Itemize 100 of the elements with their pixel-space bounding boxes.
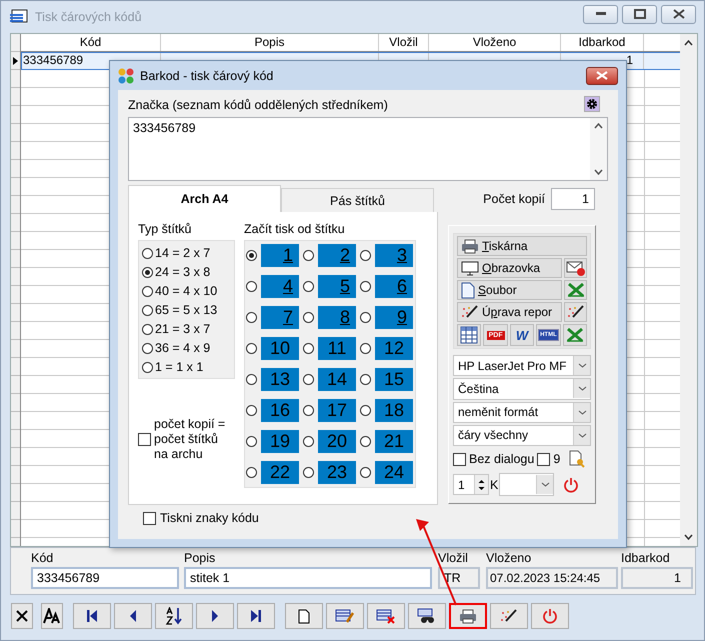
input-field[interactable]: stitek 1 — [184, 567, 432, 589]
radio-button[interactable] — [303, 467, 314, 478]
dropdown[interactable]: neměnit formát — [453, 402, 591, 423]
radio-button[interactable] — [360, 250, 371, 261]
toolbar-button[interactable] — [155, 603, 193, 629]
radio-button[interactable] — [246, 405, 257, 416]
dropdown[interactable]: HP LaserJet Pro MF — [453, 355, 591, 376]
radio-button[interactable] — [142, 304, 153, 316]
label-number[interactable]: 6 — [375, 275, 413, 298]
close-button[interactable] — [586, 66, 618, 84]
close-button[interactable] — [661, 4, 696, 24]
dropdown[interactable]: Čeština — [453, 378, 591, 400]
minimize-button[interactable] — [583, 4, 618, 24]
label-number[interactable]: 7 — [261, 306, 299, 329]
radio-button[interactable] — [142, 286, 153, 296]
scrollbar[interactable] — [680, 34, 697, 546]
label-number[interactable]: 5 — [318, 275, 356, 298]
label-number[interactable]: 3 — [375, 244, 413, 267]
label-number[interactable]: 10 — [261, 337, 299, 360]
radio-button[interactable] — [303, 343, 314, 354]
maximize-button[interactable] — [622, 4, 657, 24]
tab[interactable]: Pás štítků — [281, 188, 434, 212]
output-button[interactable]: Soubor — [457, 280, 562, 300]
radio-button[interactable] — [360, 436, 371, 447]
radio-button[interactable] — [303, 312, 314, 323]
label-number[interactable]: 1 — [261, 244, 299, 267]
label-number[interactable]: 12 — [375, 337, 413, 360]
dropdown[interactable]: čáry všechny — [453, 424, 591, 446]
toolbar-button[interactable] — [490, 603, 528, 629]
label-number[interactable]: 22 — [261, 461, 299, 484]
radio-button[interactable] — [360, 281, 371, 292]
output-button[interactable]: Tiskárna — [457, 236, 587, 256]
radio-button[interactable] — [142, 266, 153, 278]
label-number[interactable]: 11 — [318, 337, 356, 360]
radio-button[interactable] — [360, 343, 371, 354]
toolbar-button[interactable] — [114, 603, 152, 629]
icon-button[interactable]: W — [510, 324, 534, 346]
spin-field[interactable]: 1 — [453, 474, 489, 495]
checkbox[interactable] — [143, 512, 156, 524]
radio-button[interactable] — [246, 467, 257, 478]
radio-button[interactable] — [360, 312, 371, 323]
toolbar-button[interactable] — [326, 603, 364, 629]
icon-button[interactable] — [564, 302, 587, 322]
toolbar-button[interactable] — [237, 603, 275, 629]
radio-button[interactable] — [142, 362, 153, 372]
checkbox[interactable] — [537, 452, 550, 466]
label-number[interactable]: 9 — [375, 306, 413, 329]
radio-button[interactable] — [142, 324, 153, 334]
radio-button[interactable] — [246, 250, 257, 261]
toolbar-button[interactable] — [367, 603, 405, 629]
toolbar-button[interactable] — [408, 603, 446, 629]
label-number[interactable]: 4 — [261, 275, 299, 298]
icon-button[interactable] — [564, 258, 587, 278]
radio-button[interactable] — [246, 343, 257, 354]
label-number[interactable]: 24 — [375, 461, 413, 484]
radio-button[interactable] — [246, 312, 257, 323]
radio-button[interactable] — [246, 436, 257, 447]
label-number[interactable]: 18 — [375, 399, 413, 422]
radio-button[interactable] — [360, 374, 371, 385]
radio-button[interactable] — [303, 436, 314, 447]
toolbar-button[interactable] — [41, 603, 63, 629]
label-number[interactable]: 23 — [318, 461, 356, 484]
tab[interactable]: Arch A4 — [128, 185, 281, 212]
toolbar-button[interactable] — [449, 603, 487, 629]
column-header[interactable]: Idbarkod — [561, 34, 644, 51]
label-number[interactable]: 15 — [375, 368, 413, 391]
radio-button[interactable] — [246, 374, 257, 385]
toolbar-button[interactable] — [11, 603, 33, 629]
label-number[interactable]: 20 — [318, 430, 356, 453]
column-header[interactable]: Vložil — [379, 34, 429, 51]
label-number[interactable]: 19 — [261, 430, 299, 453]
text-area[interactable]: 333456789 — [128, 117, 608, 181]
radio-button[interactable] — [303, 405, 314, 416]
label-number[interactable]: 17 — [318, 399, 356, 422]
settings-button[interactable] — [584, 96, 600, 112]
label-number[interactable]: 13 — [261, 368, 299, 391]
column-header[interactable]: Kód — [21, 34, 161, 51]
checkbox[interactable] — [453, 452, 466, 466]
icon-button[interactable] — [457, 324, 482, 346]
radio-button[interactable] — [142, 248, 153, 258]
label-number[interactable]: 8 — [318, 306, 356, 329]
radio-button[interactable] — [360, 467, 371, 478]
label-number[interactable]: 16 — [261, 399, 299, 422]
input-field[interactable]: 333456789 — [31, 567, 179, 589]
output-button[interactable]: Úprava repor — [457, 302, 562, 322]
label-number[interactable]: 21 — [375, 430, 413, 453]
toolbar-button[interactable] — [285, 603, 323, 629]
checkbox[interactable] — [138, 433, 151, 446]
output-button[interactable]: Obrazovka — [457, 258, 562, 278]
radio-button[interactable] — [246, 281, 257, 292]
radio-button[interactable] — [303, 281, 314, 292]
radio-button[interactable] — [303, 250, 314, 261]
column-header[interactable]: Vloženo — [429, 34, 561, 51]
label-number[interactable]: 14 — [318, 368, 356, 391]
radio-button[interactable] — [142, 342, 153, 354]
column-header[interactable]: Popis — [161, 34, 379, 51]
input-field[interactable]: 1 — [551, 188, 595, 210]
radio-button[interactable] — [360, 405, 371, 416]
toolbar-button[interactable] — [196, 603, 234, 629]
label-number[interactable]: 2 — [318, 244, 356, 267]
